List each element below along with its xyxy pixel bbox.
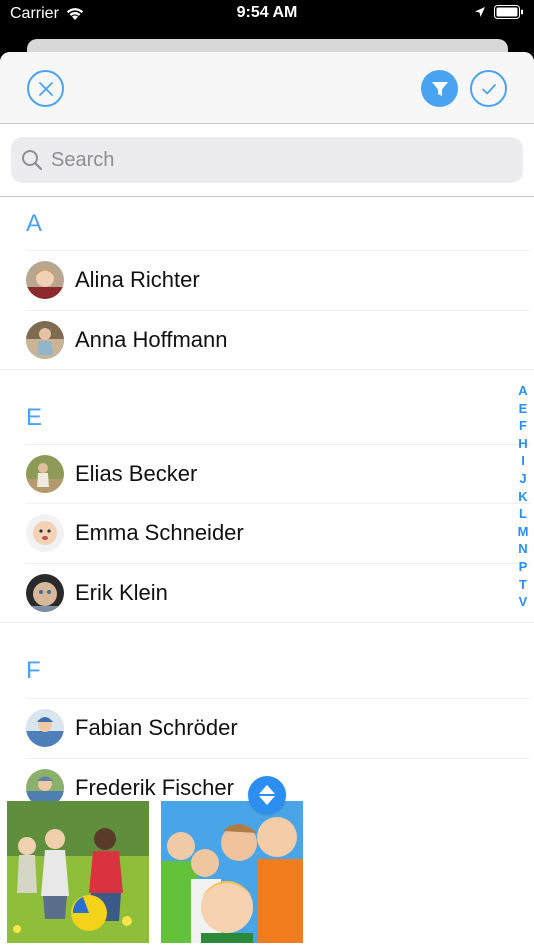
- contact-picker-sheet: A Alina Richter Anna: [0, 52, 534, 950]
- index-letter[interactable]: A: [518, 382, 527, 400]
- photo-thumbnail-kids-group[interactable]: [161, 801, 303, 943]
- index-letter[interactable]: E: [519, 400, 528, 418]
- contact-row[interactable]: Erik Klein: [26, 563, 530, 622]
- contact-row[interactable]: Emma Schneider: [26, 503, 530, 562]
- contact-row[interactable]: Fabian Schröder: [26, 698, 530, 757]
- contact-name: Fabian Schröder: [75, 715, 238, 740]
- index-letter[interactable]: N: [518, 540, 527, 558]
- avatar: [26, 574, 64, 612]
- avatar: [26, 261, 64, 299]
- section-header-e: E: [26, 404, 43, 431]
- search-bar: [0, 125, 534, 197]
- section-divider: [0, 369, 534, 370]
- alphabet-index[interactable]: A E F H I J K L M N P T V: [516, 382, 530, 611]
- checkmark-icon: [481, 83, 496, 94]
- index-letter[interactable]: F: [519, 417, 527, 435]
- contact-name: Frederik Fischer: [75, 775, 234, 800]
- section-header-f: F: [26, 657, 41, 684]
- toolbar: [0, 52, 534, 124]
- selected-photos-tray: [0, 801, 534, 950]
- filter-button[interactable]: [421, 70, 458, 107]
- avatar: [26, 709, 64, 747]
- contact-name: Elias Becker: [75, 461, 198, 486]
- avatar: [26, 321, 64, 359]
- index-letter[interactable]: V: [519, 593, 528, 611]
- battery-icon: [494, 5, 523, 19]
- index-letter[interactable]: I: [521, 452, 525, 470]
- search-input[interactable]: [51, 148, 491, 172]
- index-letter[interactable]: T: [519, 576, 527, 594]
- index-letter[interactable]: J: [519, 470, 526, 488]
- photo-thumbnail-kids-playing-ball[interactable]: [7, 801, 149, 943]
- index-letter[interactable]: M: [518, 523, 529, 541]
- section-divider: [0, 622, 534, 623]
- avatar: [26, 514, 64, 552]
- close-icon: [38, 81, 53, 96]
- index-letter[interactable]: P: [519, 558, 528, 576]
- contact-name: Alina Richter: [75, 267, 200, 292]
- status-bar: Carrier 9:54 AM: [0, 0, 534, 30]
- search-box[interactable]: [11, 137, 523, 183]
- search-icon: [22, 150, 43, 171]
- location-arrow-icon: [475, 7, 485, 17]
- contact-row[interactable]: Anna Hoffmann: [26, 310, 530, 369]
- index-letter[interactable]: L: [519, 505, 527, 523]
- status-time: 9:54 AM: [236, 4, 298, 21]
- contact-name: Emma Schneider: [75, 520, 244, 545]
- contact-name: Anna Hoffmann: [75, 327, 228, 352]
- avatar: [26, 455, 64, 493]
- status-right: [474, 5, 524, 19]
- index-letter[interactable]: H: [518, 435, 527, 453]
- close-button[interactable]: [27, 70, 64, 107]
- section-header-a: A: [26, 210, 43, 237]
- index-letter[interactable]: K: [518, 488, 527, 506]
- sort-up-down-icon: [259, 785, 275, 805]
- sort-button[interactable]: [248, 776, 286, 814]
- contact-row[interactable]: Elias Becker: [26, 444, 530, 503]
- done-button[interactable]: [470, 70, 507, 107]
- contact-name: Erik Klein: [75, 580, 168, 605]
- contact-row[interactable]: Alina Richter: [26, 250, 530, 309]
- filter-funnel-icon: [431, 81, 448, 96]
